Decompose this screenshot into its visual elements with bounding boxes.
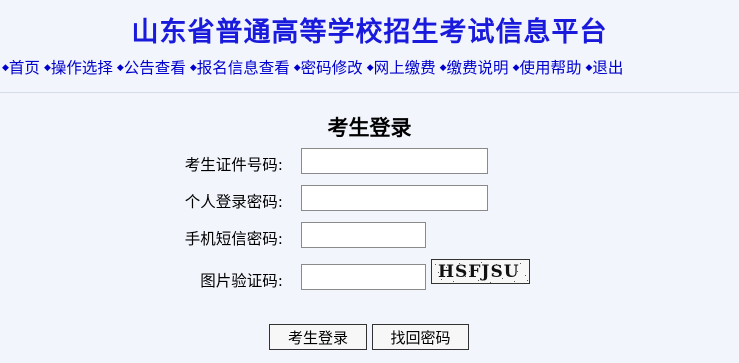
nav-item-logout[interactable]: ◆退出: [586, 56, 624, 78]
id-number-row: 考生证件号码:: [0, 148, 739, 178]
diamond-bullet-icon: ◆: [116, 63, 124, 73]
recover-password-button[interactable]: 找回密码: [372, 324, 469, 350]
sms-code-row: 手机短信密码:: [0, 222, 739, 252]
diamond-bullet-icon: ◆: [293, 63, 301, 73]
site-title: 山东省普通高等学校招生考试信息平台: [131, 17, 608, 48]
nav-item-label[interactable]: 网上缴费: [374, 59, 436, 77]
id-number-label: 考生证件号码:: [184, 156, 283, 174]
nav-item-operation-select[interactable]: ◆操作选择: [44, 56, 113, 78]
captcha-label: 图片验证码:: [200, 272, 283, 290]
diamond-bullet-icon: ◆: [366, 63, 374, 73]
password-input[interactable]: [301, 185, 488, 211]
nav-item-home[interactable]: ◆首页: [2, 56, 40, 78]
sms-code-label: 手机短信密码:: [184, 230, 283, 248]
nav-bar: ◆首页 ◆操作选择 ◆公告查看 ◆报名信息查看 ◆密码修改 ◆网上缴费 ◆缴费说明 ◆使用帮助…: [2, 56, 739, 78]
id-number-input[interactable]: [301, 148, 488, 174]
login-title: 考生登录: [327, 116, 412, 140]
nav-item-registration-info[interactable]: ◆报名信息查看: [190, 56, 290, 78]
diamond-bullet-icon: ◆: [2, 63, 9, 73]
nav-item-label[interactable]: 首页: [9, 59, 40, 77]
captcha-image[interactable]: HSFJSU: [431, 259, 530, 284]
nav-item-label[interactable]: 公告查看: [124, 59, 186, 77]
captcha-text: HSFJSU: [438, 262, 520, 282]
diamond-bullet-icon: ◆: [189, 63, 197, 73]
password-label: 个人登录密码:: [184, 193, 283, 211]
nav-item-change-password[interactable]: ◆密码修改: [294, 56, 363, 78]
nav-item-label[interactable]: 密码修改: [301, 59, 363, 77]
password-row: 个人登录密码:: [0, 185, 739, 215]
nav-item-label[interactable]: 退出: [592, 59, 623, 77]
sms-code-input[interactable]: [301, 222, 426, 248]
captcha-row: 图片验证码: HSFJSU: [0, 259, 739, 294]
nav-item-payment-instructions[interactable]: ◆缴费说明: [440, 56, 509, 78]
header: 山东省普通高等学校招生考试信息平台 ◆首页 ◆操作选择 ◆公告查看 ◆报名信息查看 ◆密…: [0, 0, 739, 93]
nav-item-label[interactable]: 报名信息查看: [197, 59, 290, 77]
diamond-bullet-icon: ◆: [439, 63, 447, 73]
captcha-input[interactable]: [301, 264, 426, 290]
nav-item-label[interactable]: 缴费说明: [447, 59, 509, 77]
diamond-bullet-icon: ◆: [43, 63, 51, 73]
login-button[interactable]: 考生登录: [269, 324, 367, 350]
nav-item-online-payment[interactable]: ◆网上缴费: [367, 56, 436, 78]
nav-item-announcements[interactable]: ◆公告查看: [117, 56, 186, 78]
nav-item-label[interactable]: 操作选择: [51, 59, 113, 77]
nav-item-label[interactable]: 使用帮助: [519, 59, 581, 77]
nav-item-help[interactable]: ◆使用帮助: [513, 56, 582, 78]
